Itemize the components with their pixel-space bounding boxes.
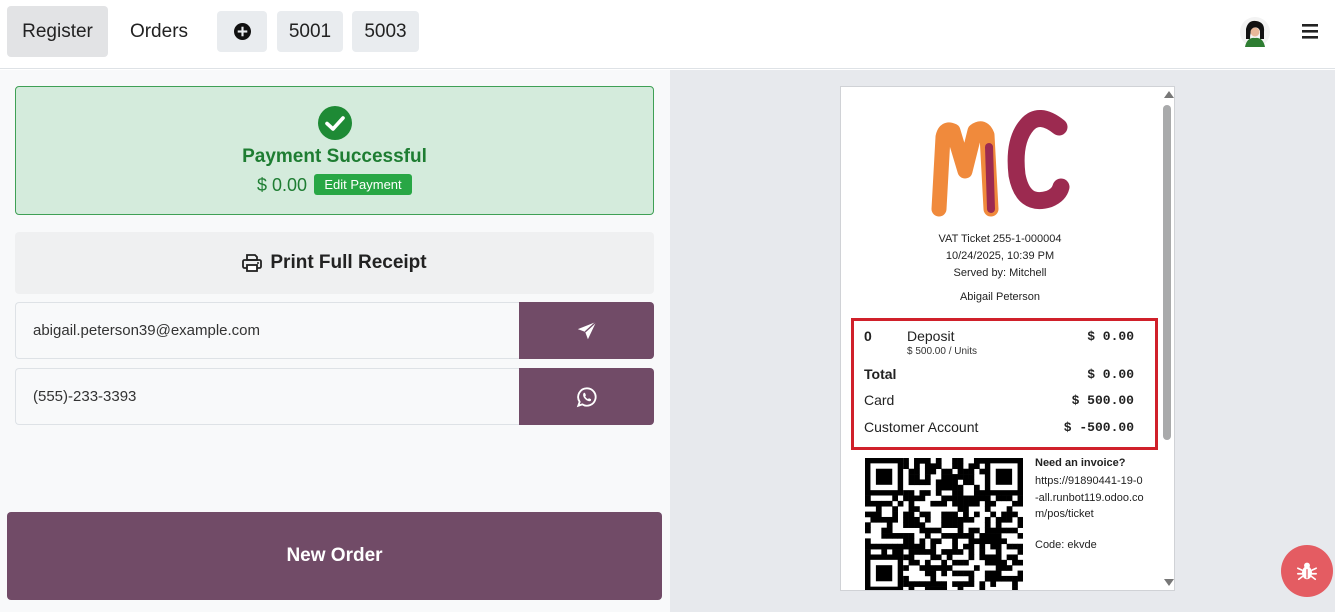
receipt-customer: Abigail Peterson xyxy=(959,291,1041,303)
email-input[interactable] xyxy=(15,302,519,359)
scroll-up-arrow-icon[interactable] xyxy=(1164,91,1174,98)
plus-circle-icon xyxy=(233,23,251,40)
top-navbar: Register Orders 5001 5003 xyxy=(0,0,1335,69)
invoice-qr-code xyxy=(865,458,1023,590)
new-order-tab-button[interactable] xyxy=(217,11,267,52)
print-receipt-button[interactable]: Print Full Receipt xyxy=(15,232,654,294)
scroll-down-arrow-icon[interactable] xyxy=(1164,579,1174,586)
receipt-payment-card-amount: $ 500.00 xyxy=(1071,393,1134,408)
receipt-line-amount: $ 0.00 xyxy=(1087,329,1134,344)
receipt-preview: VAT Ticket 255-1-000004 10/24/2025, 10:3… xyxy=(840,86,1175,591)
debug-button[interactable] xyxy=(1281,545,1333,597)
phone-input[interactable] xyxy=(15,368,519,425)
invoice-code: Code: ekvde xyxy=(1035,539,1097,551)
order-tab-5003[interactable]: 5003 xyxy=(352,11,419,52)
receipt-payment-card-label: Card xyxy=(864,392,895,408)
receipt-date: 10/24/2025, 10:39 PM xyxy=(945,250,1055,262)
print-receipt-label: Print Full Receipt xyxy=(270,252,427,273)
user-avatar[interactable] xyxy=(1240,17,1270,47)
check-circle-icon xyxy=(318,106,352,140)
tab-orders[interactable]: Orders xyxy=(118,6,200,57)
send-email-button[interactable] xyxy=(519,302,654,359)
receipt-line-detail: $ 500.00 / Units xyxy=(907,346,978,357)
edit-payment-button[interactable]: Edit Payment xyxy=(314,174,412,195)
invoice-url: https://91890441-19-0-all.runbot119.odoo… xyxy=(1035,475,1144,520)
printer-icon xyxy=(242,254,263,272)
send-whatsapp-button[interactable] xyxy=(519,368,654,425)
receipt-line-name: Deposit xyxy=(907,328,955,344)
receipt-served-by: Served by: Mitchell xyxy=(953,267,1047,279)
payment-status-card: Payment Successful $ 0.00 Edit Payment xyxy=(15,86,654,215)
payment-status-title: Payment Successful xyxy=(242,146,427,167)
receipt-panel: VAT Ticket 255-1-000004 10/24/2025, 10:3… xyxy=(670,70,1335,612)
hamburger-icon[interactable] xyxy=(1300,22,1320,40)
receipt-ticket-number: VAT Ticket 255-1-000004 xyxy=(938,233,1062,245)
receipt-line-qty: 0 xyxy=(864,328,872,344)
scroll-thumb[interactable] xyxy=(1163,105,1171,440)
company-logo xyxy=(931,110,1070,217)
paper-plane-icon xyxy=(577,320,597,339)
order-tab-5001[interactable]: 5001 xyxy=(277,11,343,52)
bug-icon xyxy=(1297,562,1317,581)
payment-amount: $ 0.00 xyxy=(257,175,308,195)
email-row xyxy=(15,302,654,359)
tab-register[interactable]: Register xyxy=(7,6,108,57)
receipt-payment-account-amount: $ -500.00 xyxy=(1063,420,1134,435)
phone-row xyxy=(15,368,654,425)
invoice-title: Need an invoice? xyxy=(1035,457,1126,469)
new-order-button[interactable]: New Order xyxy=(7,512,662,600)
receipt-total-label: Total xyxy=(864,366,897,382)
receipt-payment-account-label: Customer Account xyxy=(864,419,979,435)
receipt-total-amount: $ 0.00 xyxy=(1087,367,1134,382)
payment-panel: Payment Successful $ 0.00 Edit Payment P… xyxy=(0,70,670,612)
receipt-scrollbar[interactable] xyxy=(1161,87,1174,590)
whatsapp-icon xyxy=(576,386,597,407)
